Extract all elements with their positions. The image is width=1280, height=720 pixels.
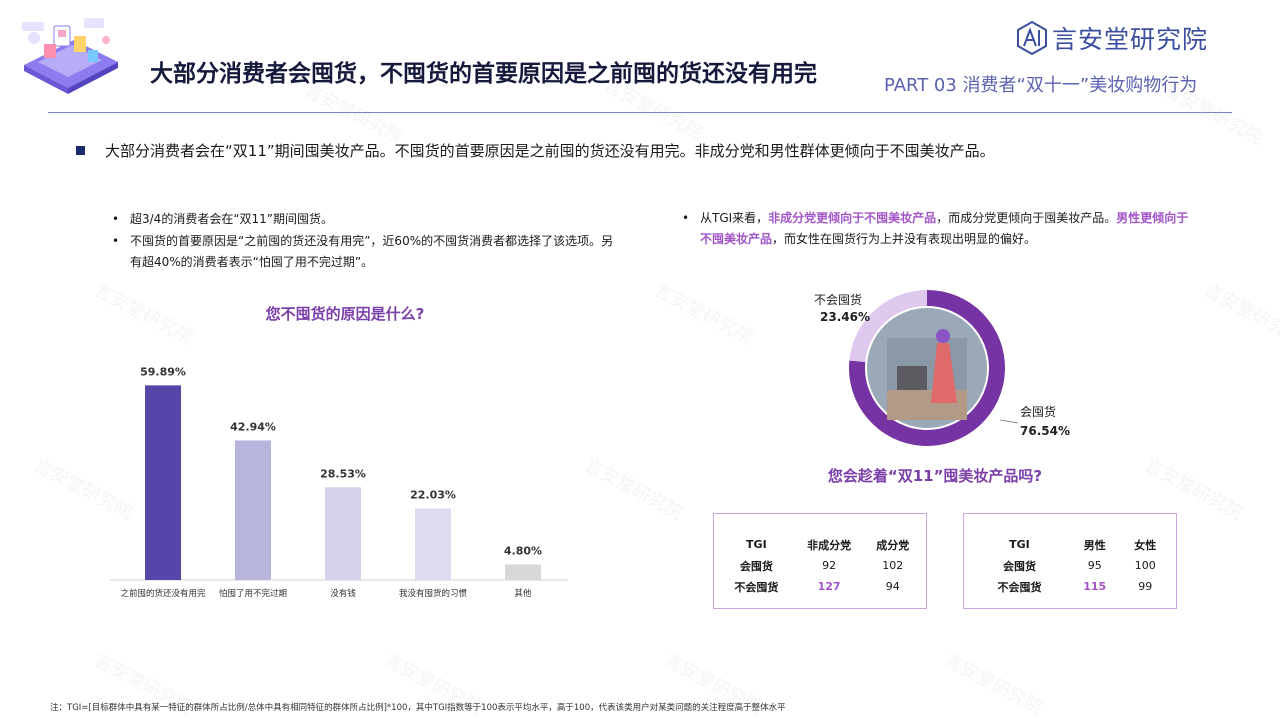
shopping-illustration [22, 18, 118, 94]
bar [145, 385, 181, 580]
table-cell: 95 [1087, 559, 1102, 572]
table-header-cell: 成分党 [876, 538, 910, 552]
right-bullet-text: ，而女性在囤货行为上并没有表现出明显的偏好。 [772, 232, 1037, 246]
bar-value-label: 4.80% [504, 544, 542, 557]
right-bullet-text: 从TGI来看， [700, 211, 769, 225]
table-row: 会囤货 92 102 [720, 555, 920, 576]
table-header-row: TGI 非成分党 成分党 [720, 534, 920, 555]
bar-category-label: 怕囤了用不完过期 [219, 588, 287, 599]
table-header-row: TGI 男性 女性 [970, 534, 1170, 555]
watermark: 言安堂研究院 [940, 649, 1046, 719]
section-label: PART 03 消费者“双十一”美妆购物行为 [884, 75, 1198, 96]
shopping-cart [897, 366, 927, 390]
donut-leader-line [999, 419, 1019, 424]
table-header-cell: 女性 [1134, 538, 1157, 552]
right-bullet: • 从TGI来看，非成分党更倾向于不囤美妆产品，而成分党更倾向于囤美妆产品。男性… [682, 208, 1190, 250]
donut-label: 会囤货 [1020, 404, 1056, 419]
tgi-table-gender: TGI 男性 女性 会囤货 95 100 不会囤货 115 99 [963, 513, 1177, 609]
watermark: 言安堂研究院 [650, 279, 756, 349]
table-header-cell: TGI [1009, 538, 1030, 551]
table-cell-highlight: 115 [1083, 580, 1107, 593]
bar-category-label: 之前囤的货还没有用完 [120, 588, 206, 599]
table-row-label: 不会囤货 [734, 580, 779, 594]
bar-category-label: 其他 [514, 588, 532, 599]
brand-name: 言安堂研究院 [1052, 25, 1209, 54]
table-cell-highlight: 127 [817, 580, 841, 593]
table-row-label: 不会囤货 [997, 580, 1042, 594]
table-cell: 102 [882, 559, 904, 572]
page-title: 大部分消费者会囤货，不囤货的首要原因是之前囤的货还没有用完 [150, 61, 817, 87]
bar [505, 564, 541, 580]
bar-value-label: 22.03% [410, 488, 456, 501]
donut-value-label: 23.46% [820, 310, 870, 324]
table-header-cell: 非成分党 [807, 538, 852, 552]
tgi-table-ingredient: TGI 非成分党 成分党 会囤货 92 102 不会囤货 127 94 [713, 513, 927, 609]
photo-person-head [936, 329, 950, 343]
footnote: 注：TGI=[目标群体中具有某一特征的群体所占比例/总体中具有相同特征的群体所占… [50, 703, 786, 713]
bar-value-label: 59.89% [140, 365, 186, 378]
tgi-table: TGI 非成分党 成分党 会囤货 92 102 不会囤货 127 94 [720, 534, 920, 597]
watermark: 言安堂研究院 [1200, 279, 1280, 349]
table-header-cell: 男性 [1083, 538, 1106, 552]
bullet-dot-icon: • [682, 211, 690, 225]
left-bullet-text: 不囤货的首要原因是“之前囤的货还没有用完”，近60%的不囤货消费者都选择了该选项… [130, 234, 614, 269]
donut-chart-title: 您会趁着“双11”囤美妆产品吗? [827, 467, 1043, 485]
bullet-dot-icon: • [112, 234, 120, 248]
table-cell: 99 [1138, 580, 1153, 593]
tgi-table: TGI 男性 女性 会囤货 95 100 不会囤货 115 99 [970, 534, 1170, 597]
header-divider [48, 112, 1232, 113]
table-cell: 100 [1134, 559, 1156, 572]
table-cell: 92 [822, 559, 837, 572]
left-bullet-text: 超3/4的消费者会在“双11”期间囤货。 [130, 212, 334, 226]
bar [325, 487, 361, 580]
watermark: 言安堂研究院 [90, 279, 196, 349]
bar-value-label: 28.53% [320, 467, 366, 480]
bar [415, 508, 451, 580]
table-row: 不会囤货 127 94 [720, 576, 920, 597]
table-row: 会囤货 95 100 [970, 555, 1170, 576]
donut-label: 不会囤货 [814, 292, 862, 307]
bar [235, 440, 271, 580]
table-row-label: 会囤货 [739, 559, 773, 573]
bar-value-label: 42.94% [230, 420, 276, 433]
summary-text: 大部分消费者会在“双11”期间囤美妆产品。不囤货的首要原因是之前囤的货还没有用完… [105, 142, 995, 160]
table-cell: 94 [885, 580, 900, 593]
donut-chart: 会囤货 76.54% 不会囤货 23.46% [814, 290, 1070, 446]
table-header-cell: TGI [746, 538, 767, 551]
brand-logo: 言安堂研究院 [1016, 20, 1208, 56]
watermark: 言安堂研究院 [580, 454, 686, 524]
summary-line: 大部分消费者会在“双11”期间囤美妆产品。不囤货的首要原因是之前囤的货还没有用完… [76, 140, 995, 161]
brand-logo-icon [1017, 20, 1047, 56]
bar-category-label: 没有钱 [330, 588, 356, 599]
table-row: 不会囤货 115 99 [970, 576, 1170, 597]
bar-category-label: 我没有囤货的习惯 [399, 588, 468, 599]
right-bullet-highlight: 非成分党更倾向于不囤美妆产品 [768, 211, 937, 225]
bullet-square-icon [76, 146, 85, 155]
bar-chart: 59.89% 之前囤的货还没有用完 42.94% 怕囤了用不完过期 28.53% 没有钱 2… [110, 365, 568, 599]
table-row-label: 会囤货 [1002, 559, 1036, 573]
left-bullet: • 不囤货的首要原因是“之前囤的货还没有用完”，近60%的不囤货消费者都选择了该… [112, 231, 620, 273]
bar-chart-title: 您不囤货的原因是什么? [265, 305, 425, 323]
bullet-dot-icon: • [112, 212, 120, 226]
donut-value-label: 76.54% [1020, 424, 1070, 438]
left-bullet: • 超3/4的消费者会在“双11”期间囤货。 [112, 209, 334, 230]
right-bullet-text: ，而成分党更倾向于囤美妆产品。 [936, 211, 1117, 225]
